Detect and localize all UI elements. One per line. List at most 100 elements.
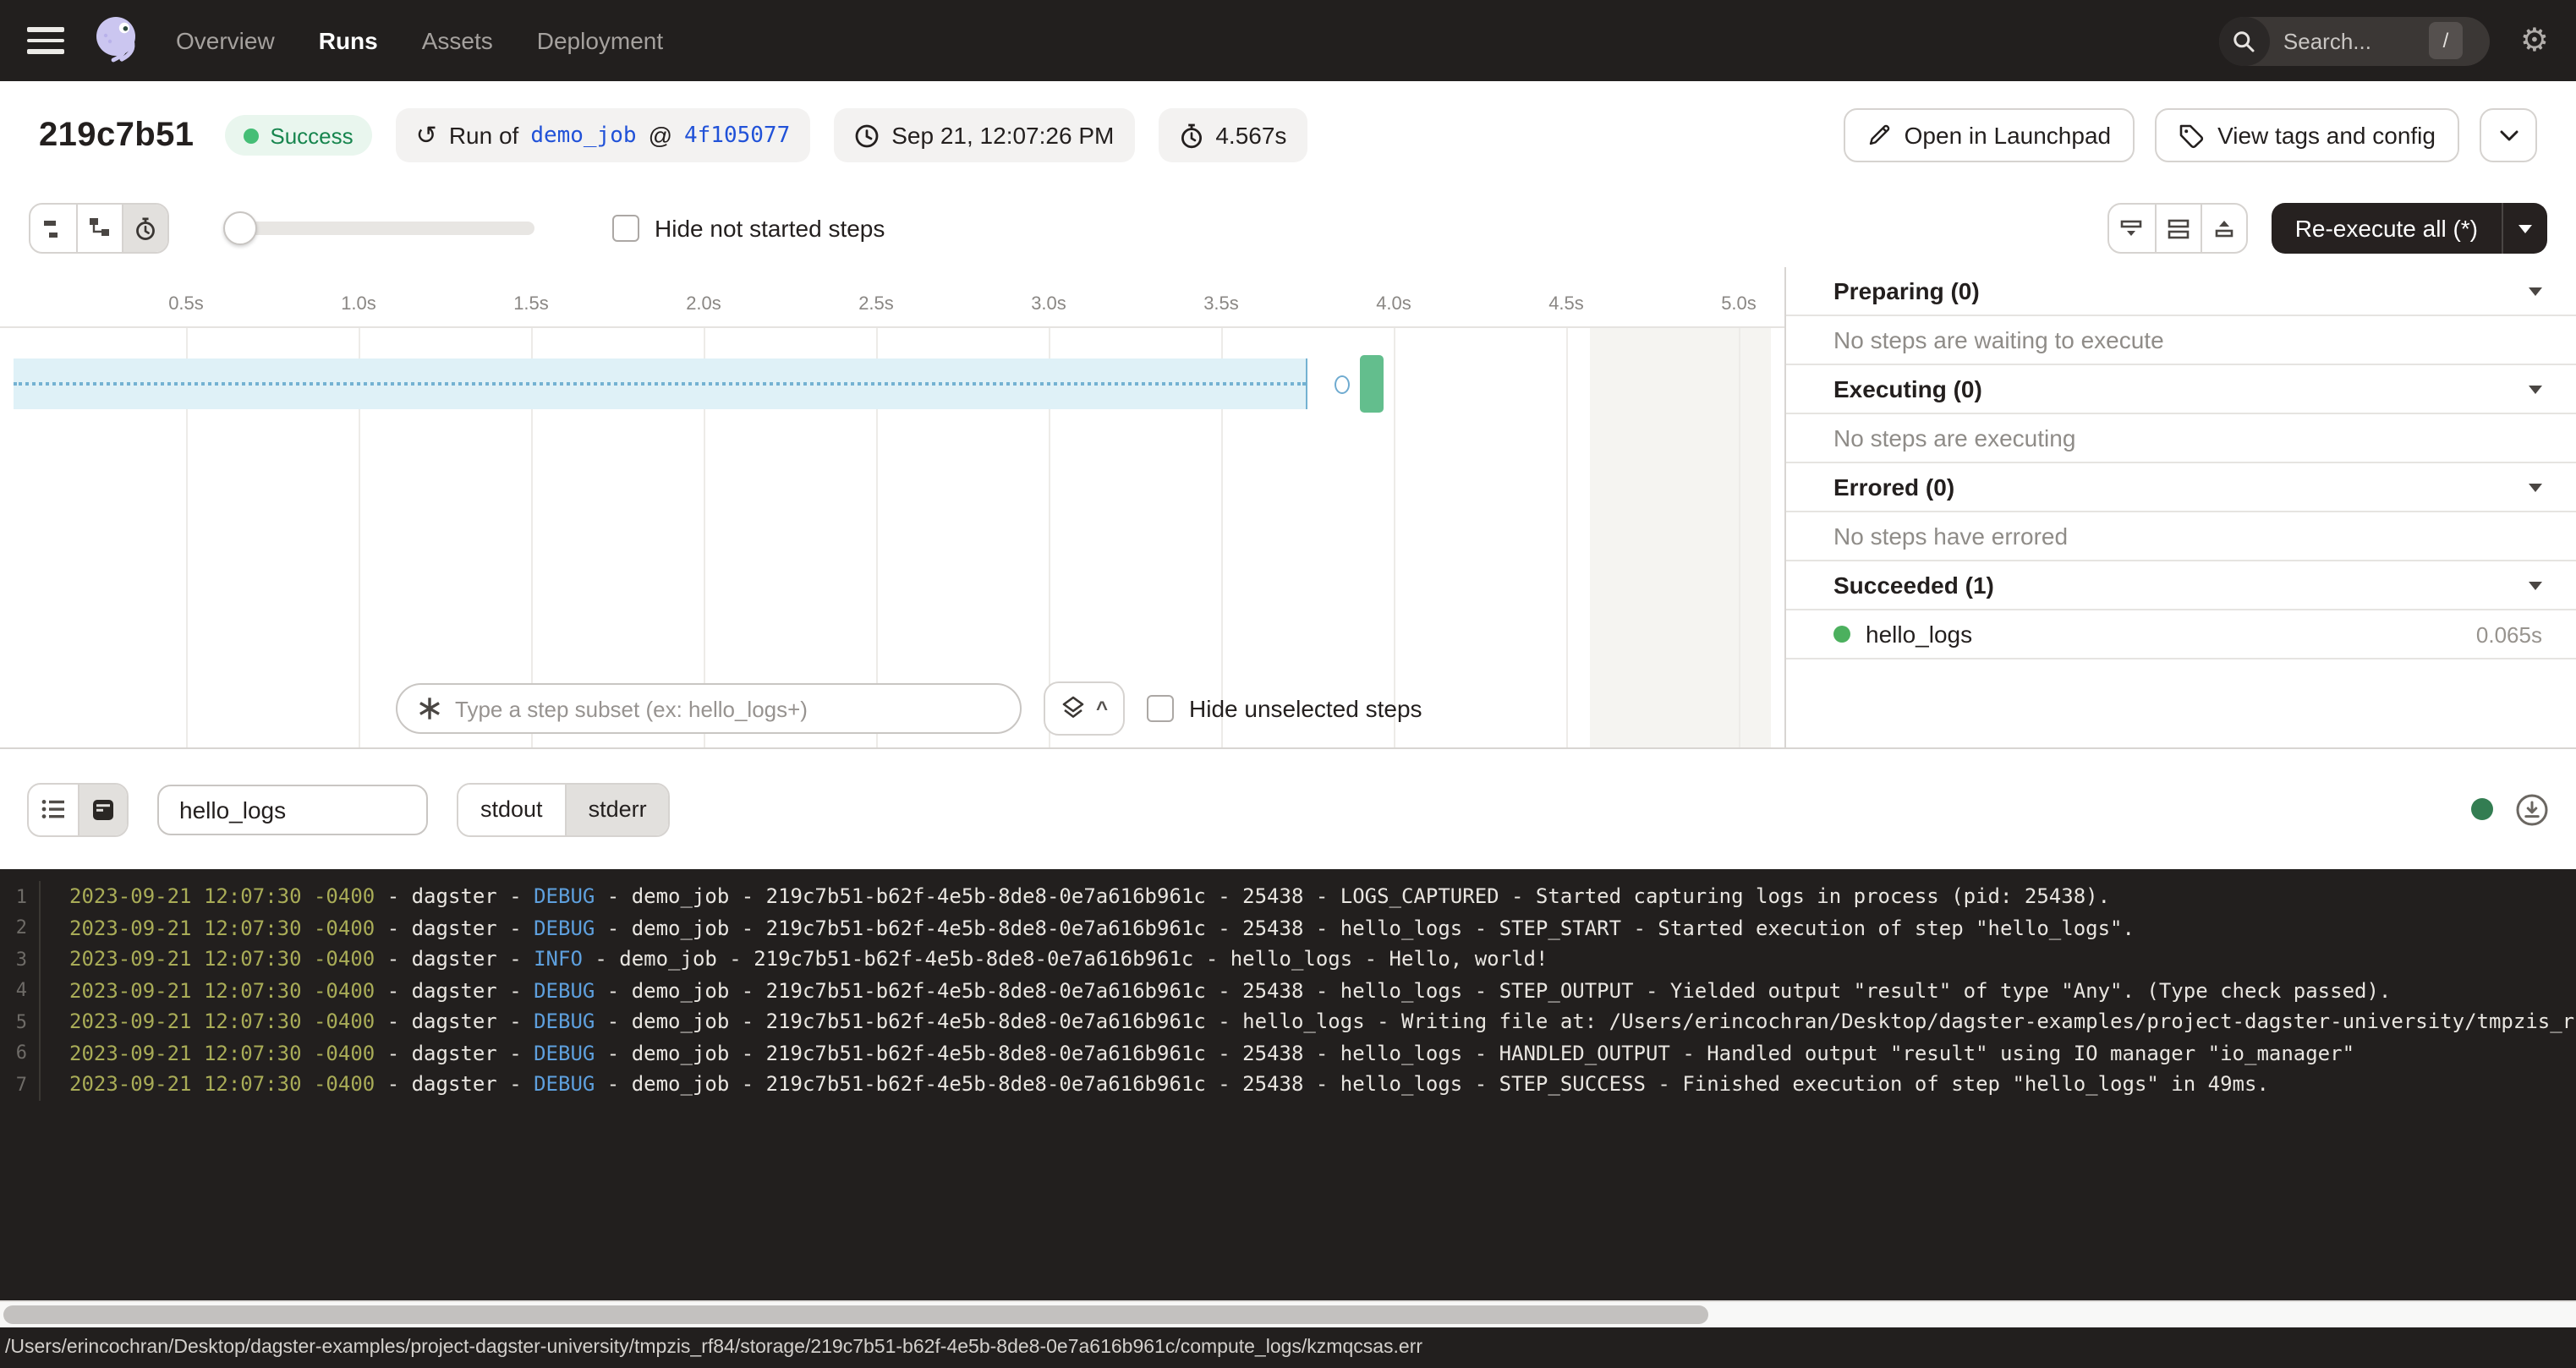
log-tab-stderr[interactable]: stderr: [565, 784, 669, 834]
log-filter-input[interactable]: [157, 784, 428, 834]
panel-section-header[interactable]: Errored (0): [1786, 463, 2576, 512]
waterfall-view-button[interactable]: [76, 205, 122, 252]
panel-section-header[interactable]: Preparing (0): [1786, 267, 2576, 316]
step-success-dot-icon: [1833, 626, 1850, 643]
log-file-path: /Users/erincochran/Desktop/dagster-examp…: [5, 1338, 1422, 1358]
caret-down-icon: [2529, 581, 2542, 589]
nav-item-runs[interactable]: Runs: [319, 27, 378, 54]
axis-gridline: [1739, 328, 1740, 747]
run-actions-menu-button[interactable]: [2480, 108, 2537, 162]
log-section: stdoutstderr 12023-09-21 12:07:30 -0400 …: [0, 747, 2576, 1368]
log-line-text: 2023-09-21 12:07:30 -0400 - dagster - IN…: [41, 948, 1548, 971]
log-line: 52023-09-21 12:07:30 -0400 - dagster - D…: [0, 1006, 2576, 1037]
dagster-logo-icon[interactable]: [88, 12, 145, 69]
open-in-launchpad-label: Open in Launchpad: [1905, 122, 2111, 149]
panel-section-header[interactable]: Executing (0): [1786, 365, 2576, 414]
nav-item-assets[interactable]: Assets: [422, 27, 493, 54]
timestamp-label: Sep 21, 12:07:26 PM: [891, 122, 1114, 149]
log-line-text: 2023-09-21 12:07:30 -0400 - dagster - DE…: [41, 1073, 2269, 1097]
slider-knob[interactable]: [223, 211, 257, 245]
scrollbar-thumb[interactable]: [3, 1305, 1708, 1324]
open-in-launchpad-button[interactable]: Open in Launchpad: [1844, 108, 2135, 162]
hide-not-started-checkbox[interactable]: [612, 215, 639, 242]
log-toolbar: stdoutstderr: [0, 749, 2576, 869]
log-horizontal-scrollbar: [0, 1300, 2576, 1327]
log-timestamp: 2023-09-21 12:07:30 -0400: [69, 885, 375, 909]
run-of-prefix: Run of: [449, 122, 519, 149]
clock-icon: [854, 123, 880, 148]
gantt-step-bar-hello_logs[interactable]: [1359, 355, 1384, 413]
caret-down-icon: [2529, 483, 2542, 491]
gantt-toolbar: Hide not started steps Re-execute all (*…: [0, 189, 2576, 267]
reexecute-split-button: Re-execute all (*): [2272, 203, 2547, 254]
hamburger-menu-icon[interactable]: [27, 27, 64, 54]
panel-section-header[interactable]: Succeeded (1): [1786, 561, 2576, 610]
view-tags-config-button[interactable]: View tags and config: [2155, 108, 2459, 162]
gear-icon[interactable]: ⚙: [2520, 25, 2549, 57]
download-logs-icon[interactable]: [2515, 792, 2549, 826]
log-line-text: 2023-09-21 12:07:30 -0400 - dagster - DE…: [41, 885, 2110, 909]
axis-tick: 5.0s: [1688, 294, 1789, 315]
run-header: 219c7b51 Success ↺ Run of demo_job @ 4f1…: [0, 81, 2576, 189]
log-level: DEBUG: [534, 979, 595, 1003]
panel-section-title: Succeeded (1): [1833, 572, 1994, 599]
run-of-chip: ↺ Run of demo_job @ 4f105077: [396, 108, 811, 162]
log-timestamp: 2023-09-21 12:07:30 -0400: [69, 1042, 375, 1065]
raw-log-view-button[interactable]: [78, 784, 127, 834]
log-line: 32023-09-21 12:07:30 -0400 - dagster - I…: [0, 944, 2576, 975]
log-timestamp: 2023-09-21 12:07:30 -0400: [69, 1010, 375, 1034]
hide-unselected-checkbox[interactable]: [1147, 695, 1174, 722]
job-link[interactable]: demo_job: [530, 123, 636, 148]
run-of-at: @: [649, 122, 672, 149]
nav-item-overview[interactable]: Overview: [176, 27, 275, 54]
duration-label: 4.567s: [1215, 122, 1286, 149]
log-timestamp: 2023-09-21 12:07:30 -0400: [69, 948, 375, 971]
log-line-text: 2023-09-21 12:07:30 -0400 - dagster - DE…: [41, 917, 2135, 940]
log-tab-stdout[interactable]: stdout: [458, 784, 565, 834]
panel-step-row[interactable]: hello_logs0.065s: [1786, 610, 2576, 659]
log-line-number: 4: [0, 975, 41, 1006]
log-level: DEBUG: [534, 917, 595, 940]
log-line-text: 2023-09-21 12:07:30 -0400 - dagster - DE…: [41, 1042, 2354, 1065]
panel-section-title: Errored (0): [1833, 473, 1954, 501]
hide-not-started-row: Hide not started steps: [612, 215, 885, 242]
split-panel-button[interactable]: [2155, 205, 2201, 252]
graph-query-toggle-button[interactable]: ^: [1044, 681, 1125, 736]
layers-icon: [1061, 695, 1086, 722]
log-level: DEBUG: [534, 1073, 595, 1097]
log-line-number: 7: [0, 1069, 41, 1100]
structured-log-view-button[interactable]: [29, 784, 78, 834]
gantt-zoom-slider[interactable]: [227, 211, 534, 245]
step-subset-input[interactable]: [455, 696, 1000, 721]
log-line-text: 2023-09-21 12:07:30 -0400 - dagster - DE…: [41, 979, 2391, 1003]
expand-panel-button[interactable]: [2201, 205, 2246, 252]
search-input[interactable]: [2283, 28, 2429, 53]
step-subset-row: ^ Hide unselected steps: [396, 681, 1422, 736]
caret-down-icon: [2529, 287, 2542, 295]
step-subset-inputbox[interactable]: [396, 683, 1022, 734]
log-output: 12023-09-21 12:07:30 -0400 - dagster - D…: [0, 869, 2576, 1300]
hide-unselected-row: Hide unselected steps: [1147, 695, 1422, 722]
search-shortcut-badge: /: [2429, 22, 2463, 59]
reexecute-menu-button[interactable]: [2502, 203, 2547, 254]
reexecute-all-button[interactable]: Re-execute all (*): [2272, 203, 2502, 254]
log-line-text: 2023-09-21 12:07:30 -0400 - dagster - DE…: [41, 1010, 2576, 1034]
view-tags-config-label: View tags and config: [2217, 122, 2436, 149]
gantt-time-axis: 0.5s1.0s1.5s2.0s2.5s3.0s3.5s4.0s4.5s5.0s: [0, 267, 1784, 328]
run-id-title: 219c7b51: [39, 116, 194, 155]
duration-view-button[interactable]: [122, 205, 167, 252]
panel-empty-message: No steps have errored: [1786, 512, 2576, 561]
axis-tick: 1.0s: [308, 294, 409, 315]
log-line: 12023-09-21 12:07:30 -0400 - dagster - D…: [0, 881, 2576, 912]
axis-gridline: [1566, 328, 1568, 747]
log-view-mode-group: [27, 782, 129, 836]
pencil-icon: [1867, 123, 1891, 147]
collapse-panel-button[interactable]: [2109, 205, 2155, 252]
commit-link[interactable]: 4f105077: [684, 123, 790, 148]
step-duration: 0.065s: [2476, 621, 2542, 647]
slider-track[interactable]: [227, 222, 534, 235]
flat-view-button[interactable]: [30, 205, 76, 252]
nav-item-deployment[interactable]: Deployment: [537, 27, 663, 54]
global-search[interactable]: /: [2219, 16, 2490, 65]
step-waiting-bar[interactable]: [14, 358, 1307, 409]
